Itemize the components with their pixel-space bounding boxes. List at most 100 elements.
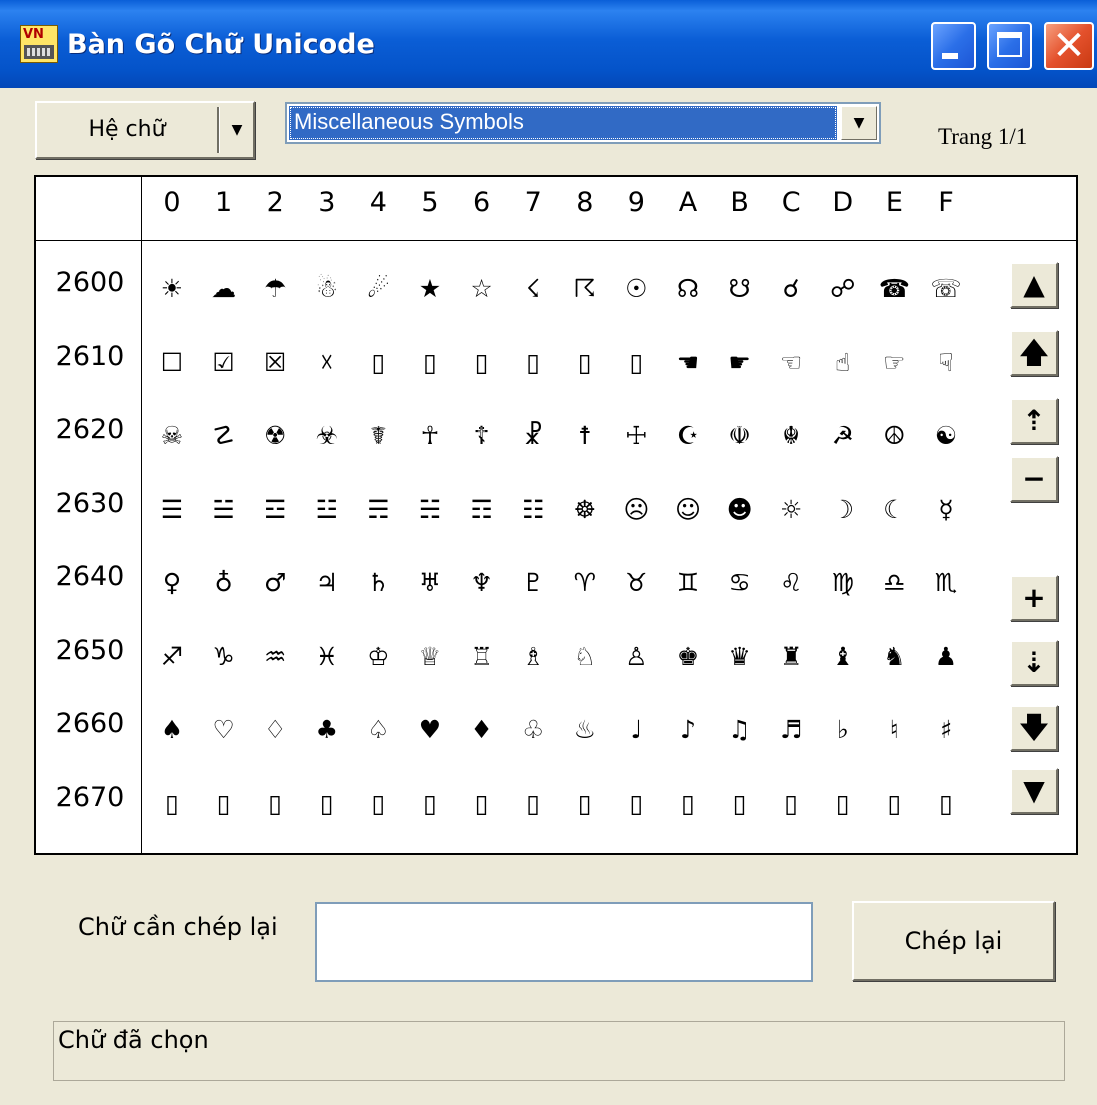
- block-select[interactable]: Miscellaneous Symbols ▼: [285, 102, 881, 144]
- char-cell[interactable]: ☌: [766, 269, 816, 309]
- char-cell[interactable]: ♕: [405, 637, 455, 677]
- app-icon[interactable]: VN: [20, 25, 58, 63]
- char-cell[interactable]: ♘: [560, 637, 610, 677]
- nav-page-down-button[interactable]: 🡇: [1010, 705, 1058, 751]
- nav-zoom-in-button[interactable]: +: [1010, 575, 1058, 621]
- char-cell[interactable]: ☧: [508, 416, 558, 456]
- char-cell[interactable]: ♜: [766, 637, 816, 677]
- char-cell[interactable]: ☣: [302, 416, 352, 456]
- char-cell[interactable]: ♣: [302, 710, 352, 750]
- char-cell[interactable]: ☵: [405, 490, 455, 530]
- char-cell[interactable]: ☴: [353, 490, 403, 530]
- char-cell[interactable]: ☼: [766, 490, 816, 530]
- char-cell[interactable]: ☽: [818, 490, 868, 530]
- char-cell[interactable]: ♠: [147, 710, 197, 750]
- nav-first-button[interactable]: ▲: [1010, 262, 1058, 308]
- char-cell[interactable]: ☂: [250, 269, 300, 309]
- char-cell[interactable]: ☒: [250, 343, 300, 383]
- char-cell[interactable]: ☄: [353, 269, 403, 309]
- char-cell[interactable]: ☿: [921, 490, 971, 530]
- char-cell[interactable]: ☥: [405, 416, 455, 456]
- char-cell[interactable]: ♙: [611, 637, 661, 677]
- chevron-down-icon[interactable]: ▼: [841, 106, 877, 140]
- char-cell[interactable]: ☦: [457, 416, 507, 456]
- char-cell[interactable]: ♇: [508, 563, 558, 603]
- chevron-down-icon[interactable]: ▼: [221, 103, 253, 157]
- char-cell[interactable]: ☠: [147, 416, 197, 456]
- copy-button[interactable]: Chép lại: [852, 901, 1055, 981]
- char-cell[interactable]: ♀: [147, 563, 197, 603]
- char-cell[interactable]: ▯: [869, 784, 919, 824]
- char-cell[interactable]: ♨: [560, 710, 610, 750]
- char-cell[interactable]: ☟: [921, 343, 971, 383]
- char-cell[interactable]: ☆: [457, 269, 507, 309]
- copy-input[interactable]: [315, 902, 813, 982]
- nav-line-down-button[interactable]: ⇣: [1010, 640, 1058, 686]
- char-cell[interactable]: ☋: [715, 269, 765, 309]
- char-cell[interactable]: ♎: [869, 563, 919, 603]
- char-cell[interactable]: ☞: [869, 343, 919, 383]
- char-cell[interactable]: ▯: [611, 343, 661, 383]
- char-cell[interactable]: ▯: [457, 343, 507, 383]
- char-cell[interactable]: ♡: [199, 710, 249, 750]
- char-cell[interactable]: ☶: [457, 490, 507, 530]
- char-cell[interactable]: ♅: [405, 563, 455, 603]
- char-cell[interactable]: ☷: [508, 490, 558, 530]
- char-cell[interactable]: ☸: [560, 490, 610, 530]
- char-cell[interactable]: ☢: [250, 416, 300, 456]
- char-cell[interactable]: ☓: [302, 343, 352, 383]
- char-cell[interactable]: ♩: [611, 710, 661, 750]
- close-button[interactable]: ✕: [1044, 22, 1094, 70]
- char-cell[interactable]: ☎: [869, 269, 919, 309]
- char-cell[interactable]: ☾: [869, 490, 919, 530]
- char-cell[interactable]: ♉: [611, 563, 661, 603]
- char-cell[interactable]: ☀: [147, 269, 197, 309]
- char-cell[interactable]: ♍: [818, 563, 868, 603]
- char-cell[interactable]: ▯: [560, 343, 610, 383]
- char-cell[interactable]: ♮: [869, 710, 919, 750]
- char-cell[interactable]: ♆: [457, 563, 507, 603]
- char-cell[interactable]: ▯: [250, 784, 300, 824]
- char-cell[interactable]: ▯: [921, 784, 971, 824]
- char-cell[interactable]: ♗: [508, 637, 558, 677]
- char-cell[interactable]: ♦: [457, 710, 507, 750]
- char-cell[interactable]: ♤: [353, 710, 403, 750]
- char-cell[interactable]: ♊: [663, 563, 713, 603]
- char-cell[interactable]: ♂: [250, 563, 300, 603]
- char-cell[interactable]: ♚: [663, 637, 713, 677]
- char-cell[interactable]: ☮: [869, 416, 919, 456]
- char-cell[interactable]: ▯: [663, 784, 713, 824]
- char-cell[interactable]: ♃: [302, 563, 352, 603]
- char-cell[interactable]: ▯: [766, 784, 816, 824]
- char-cell[interactable]: ♓: [302, 637, 352, 677]
- char-cell[interactable]: ▯: [611, 784, 661, 824]
- char-cell[interactable]: ▯: [199, 784, 249, 824]
- char-cell[interactable]: ★: [405, 269, 455, 309]
- char-cell[interactable]: ♐: [147, 637, 197, 677]
- char-cell[interactable]: ♭: [818, 710, 868, 750]
- char-cell[interactable]: ▯: [560, 784, 610, 824]
- char-cell[interactable]: ☤: [353, 416, 403, 456]
- minimize-button[interactable]: [931, 22, 976, 70]
- char-cell[interactable]: ♌: [766, 563, 816, 603]
- char-cell[interactable]: ☨: [560, 416, 610, 456]
- char-cell[interactable]: ☺: [663, 490, 713, 530]
- char-cell[interactable]: ♋: [715, 563, 765, 603]
- char-cell[interactable]: ♄: [353, 563, 403, 603]
- char-cell[interactable]: ☡: [199, 416, 249, 456]
- char-cell[interactable]: ☜: [766, 343, 816, 383]
- char-cell[interactable]: ▯: [818, 784, 868, 824]
- char-cell[interactable]: ☲: [250, 490, 300, 530]
- char-cell[interactable]: ♔: [353, 637, 403, 677]
- char-cell[interactable]: ☑: [199, 343, 249, 383]
- char-cell[interactable]: ☹: [611, 490, 661, 530]
- char-cell[interactable]: ☰: [147, 490, 197, 530]
- char-cell[interactable]: ♞: [869, 637, 919, 677]
- nav-page-up-button[interactable]: 🡅: [1010, 330, 1058, 376]
- char-cell[interactable]: ☛: [715, 343, 765, 383]
- char-cell[interactable]: ♈: [560, 563, 610, 603]
- char-cell[interactable]: ☭: [818, 416, 868, 456]
- char-cell[interactable]: ♥: [405, 710, 455, 750]
- char-cell[interactable]: ☫: [715, 416, 765, 456]
- char-cell[interactable]: ▯: [353, 343, 403, 383]
